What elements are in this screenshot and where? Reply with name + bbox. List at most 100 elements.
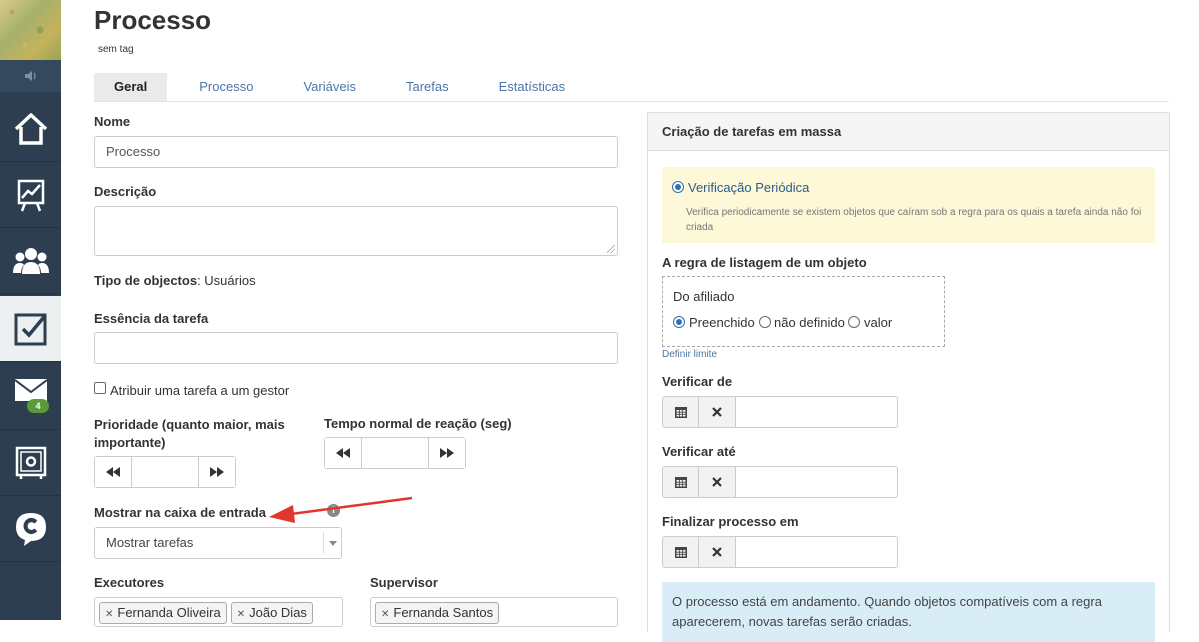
supervisor-label: Supervisor bbox=[370, 575, 438, 590]
chat-logo-icon bbox=[15, 512, 46, 546]
reaction-time-decrease-button[interactable] bbox=[325, 438, 361, 468]
periodic-check-radio[interactable] bbox=[672, 181, 684, 193]
periodic-check-description: Verifica periodicamente se existem objet… bbox=[686, 207, 1142, 233]
inbox-select[interactable]: Mostrar tarefas bbox=[94, 527, 342, 559]
reaction-time-value[interactable] bbox=[361, 438, 429, 468]
object-type-label: Tipo de objectos bbox=[94, 273, 198, 288]
tab-estatisticas[interactable]: Estatísticas bbox=[481, 73, 583, 101]
main-content: Processo sem tag Geral Processo Variávei… bbox=[61, 0, 1199, 642]
tab-processo[interactable]: Processo bbox=[181, 73, 271, 101]
close-icon bbox=[712, 407, 722, 417]
calendar-icon bbox=[674, 547, 687, 558]
assign-manager-checkbox[interactable] bbox=[94, 382, 106, 394]
sidebar-item-home[interactable] bbox=[0, 96, 61, 162]
radio-undefined[interactable] bbox=[759, 316, 771, 328]
option-filled-label[interactable]: Preenchido bbox=[689, 315, 755, 330]
rule-label: A regra de listagem de um objeto bbox=[662, 255, 867, 270]
finish-clear-button[interactable] bbox=[699, 536, 736, 568]
assign-manager-label: Atribuir uma tarefa a um gestor bbox=[110, 383, 290, 398]
periodic-check-box: Verificação Periódica Verifica periodica… bbox=[662, 167, 1155, 243]
sidebar-item-mail[interactable]: 4 bbox=[0, 364, 61, 430]
radio-value[interactable] bbox=[848, 316, 860, 328]
mail-unread-badge: 4 bbox=[27, 399, 49, 413]
company-logo[interactable] bbox=[0, 0, 61, 60]
periodic-check-label[interactable]: Verificação Periódica bbox=[688, 180, 809, 195]
check-from-calendar-button[interactable] bbox=[662, 396, 699, 428]
description-label: Descrição bbox=[94, 184, 157, 199]
priority-label: Prioridade (quanto maior, mais important… bbox=[94, 417, 285, 450]
tasks-checkbox-icon bbox=[14, 313, 46, 345]
radio-filled[interactable] bbox=[673, 316, 685, 328]
finish-input[interactable] bbox=[736, 536, 898, 568]
finish-date[interactable] bbox=[662, 536, 898, 568]
priority-decrease-button[interactable] bbox=[95, 457, 131, 487]
check-from-date[interactable] bbox=[662, 396, 898, 428]
inbox-label: Mostrar na caixa de entrada bbox=[94, 505, 266, 520]
executors-tag-input[interactable]: ✕ Fernanda Oliveira ✕ João Dias bbox=[94, 597, 343, 627]
check-until-input[interactable] bbox=[736, 466, 898, 498]
tab-bar: Geral Processo Variáveis Tarefas Estatís… bbox=[94, 73, 1169, 102]
task-essence-input[interactable] bbox=[94, 332, 618, 364]
check-from-clear-button[interactable] bbox=[699, 396, 736, 428]
rewind-icon bbox=[106, 467, 120, 477]
safe-icon bbox=[15, 446, 46, 479]
inbox-select-value: Mostrar tarefas bbox=[106, 535, 194, 550]
close-icon bbox=[712, 477, 722, 487]
chart-icon bbox=[17, 179, 44, 211]
executor-tag[interactable]: ✕ Fernanda Oliveira bbox=[99, 602, 227, 624]
check-until-date[interactable] bbox=[662, 466, 898, 498]
supervisor-tag-input[interactable]: ✕ Fernanda Santos bbox=[370, 597, 618, 627]
check-from-input[interactable] bbox=[736, 396, 898, 428]
reaction-time-label: Tempo normal de reação (seg) bbox=[324, 416, 512, 431]
object-type-row: Tipo de objectos: Usuários bbox=[94, 273, 256, 288]
fast-forward-icon bbox=[210, 467, 224, 477]
sidebar-item-chat[interactable] bbox=[0, 496, 61, 562]
reaction-time-increase-button[interactable] bbox=[429, 438, 465, 468]
home-icon bbox=[14, 112, 47, 145]
define-limit-link[interactable]: Definir limite bbox=[662, 349, 717, 360]
check-until-calendar-button[interactable] bbox=[662, 466, 699, 498]
info-icon[interactable]: i bbox=[327, 504, 340, 517]
tab-geral[interactable]: Geral bbox=[94, 73, 168, 101]
process-status-message: O processo está em andamento. Quando obj… bbox=[662, 582, 1155, 642]
users-icon bbox=[12, 247, 49, 274]
priority-value[interactable] bbox=[131, 457, 199, 487]
supervisor-tag[interactable]: ✕ Fernanda Santos bbox=[375, 602, 500, 624]
rule-box: Do afiliado Preenchido não definido valo… bbox=[662, 276, 945, 347]
remove-icon[interactable]: ✕ bbox=[105, 609, 113, 620]
remove-icon[interactable]: ✕ bbox=[237, 609, 245, 620]
priority-stepper[interactable] bbox=[94, 456, 236, 488]
sidebar-item-stats[interactable] bbox=[0, 162, 61, 228]
sidebar-item-tasks[interactable] bbox=[0, 296, 61, 362]
resize-grip-icon[interactable] bbox=[607, 245, 615, 253]
page-tags[interactable]: sem tag bbox=[98, 44, 134, 55]
name-input[interactable]: Processo bbox=[94, 136, 618, 168]
fast-forward-icon bbox=[440, 448, 454, 458]
description-textarea[interactable] bbox=[94, 206, 618, 256]
sidebar-item-users[interactable] bbox=[0, 228, 61, 294]
reaction-time-stepper[interactable] bbox=[324, 437, 466, 469]
executors-label: Executores bbox=[94, 575, 165, 590]
tab-variaveis[interactable]: Variáveis bbox=[285, 73, 374, 101]
object-type-value: : Usuários bbox=[197, 273, 256, 288]
executor-tag[interactable]: ✕ João Dias bbox=[230, 602, 313, 624]
bulk-task-panel: Criação de tarefas em massa Verificação … bbox=[647, 112, 1170, 642]
calendar-icon bbox=[674, 477, 687, 488]
sidebar-item-safe[interactable] bbox=[0, 430, 61, 496]
affiliate-label: Do afiliado bbox=[673, 289, 735, 304]
check-until-clear-button[interactable] bbox=[699, 466, 736, 498]
sidebar: 4 bbox=[0, 0, 61, 620]
task-essence-label: Essência da tarefa bbox=[94, 311, 209, 326]
chevron-down-icon bbox=[323, 532, 341, 554]
speaker-icon bbox=[24, 71, 36, 81]
remove-icon[interactable]: ✕ bbox=[381, 609, 389, 620]
priority-increase-button[interactable] bbox=[199, 457, 235, 487]
finish-calendar-button[interactable] bbox=[662, 536, 699, 568]
page-title: Processo bbox=[94, 5, 212, 35]
option-value-label[interactable]: valor bbox=[864, 315, 892, 330]
finish-label: Finalizar processo em bbox=[662, 514, 799, 529]
option-undefined-label[interactable]: não definido bbox=[774, 315, 845, 330]
calendar-icon bbox=[674, 407, 687, 418]
tab-tarefas[interactable]: Tarefas bbox=[388, 73, 467, 101]
sound-toggle[interactable] bbox=[0, 60, 61, 92]
